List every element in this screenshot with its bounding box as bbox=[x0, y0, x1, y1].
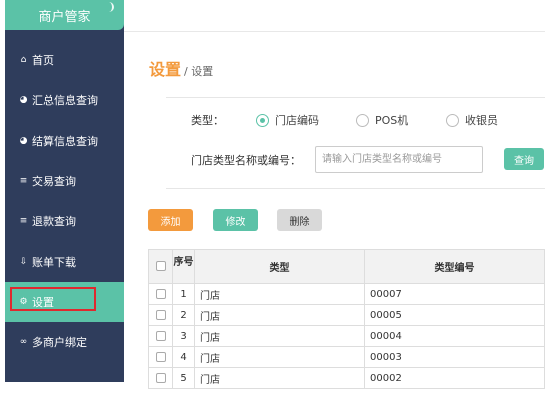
row-code: 00002 bbox=[364, 367, 545, 389]
sidebar-item-refunds[interactable]: ≡ 退款查询 bbox=[5, 201, 124, 241]
breadcrumb: 设置 / 设置 bbox=[149, 56, 213, 80]
home-icon: ⌂ bbox=[20, 55, 27, 65]
sidebar-item-label: 交易查询 bbox=[32, 175, 76, 188]
brand-deco-icon bbox=[106, 2, 114, 12]
sidebar-item-label: 首页 bbox=[32, 54, 54, 67]
row-code: 00005 bbox=[364, 304, 545, 326]
table-row[interactable]: 2 门店 00005 bbox=[148, 304, 545, 326]
main-content: 设置 / 设置 类型： 门店编码 POS机 收银员 门店类型名称或编号： 查询 … bbox=[124, 0, 545, 400]
radio-label: 收银员 bbox=[465, 114, 498, 127]
row-no: 3 bbox=[172, 325, 195, 347]
radio-unchecked-icon bbox=[446, 113, 459, 127]
row-type: 门店 bbox=[194, 346, 365, 368]
row-type: 门店 bbox=[194, 367, 365, 389]
breadcrumb-sub: / 设置 bbox=[184, 65, 214, 78]
radio-checked-icon bbox=[256, 113, 269, 127]
delete-button[interactable]: 删除 bbox=[277, 209, 322, 231]
radio-unchecked-icon bbox=[356, 113, 369, 127]
row-select-cell bbox=[148, 346, 173, 368]
sidebar: 商户管家 ⌂ 首页 ◕ 汇总信息查询 ◕ 结算信息查询 ≡ 交易查询 ≡ 退款查… bbox=[5, 0, 124, 382]
edit-button[interactable]: 修改 bbox=[213, 209, 258, 231]
row-select-cell bbox=[148, 304, 173, 326]
data-table: 序号 类型 类型编号 1 门店 00007 2 门店 00005 3 门店 00… bbox=[148, 249, 545, 389]
sidebar-item-bill-download[interactable]: ⇩ 账单下载 bbox=[5, 242, 124, 282]
pie-chart-icon: ◕ bbox=[19, 95, 28, 105]
sidebar-item-label: 结算信息查询 bbox=[32, 135, 98, 148]
table-row[interactable]: 1 门店 00007 bbox=[148, 283, 545, 305]
row-type: 门店 bbox=[194, 325, 365, 347]
row-no: 4 bbox=[172, 346, 195, 368]
list-icon: ≡ bbox=[19, 216, 28, 226]
radio-pos[interactable]: POS机 bbox=[356, 112, 408, 128]
row-no: 1 bbox=[172, 283, 195, 305]
top-bar bbox=[124, 0, 545, 32]
row-checkbox[interactable] bbox=[155, 351, 166, 362]
row-code: 00003 bbox=[364, 346, 545, 368]
add-button[interactable]: 添加 bbox=[148, 209, 193, 231]
highlight-box bbox=[10, 287, 96, 311]
brand-title: 商户管家 bbox=[38, 9, 91, 25]
sidebar-item-multi-merchant[interactable]: ∞ 多商户绑定 bbox=[5, 322, 124, 362]
row-type: 门店 bbox=[194, 283, 365, 305]
sidebar-item-transactions[interactable]: ≡ 交易查询 bbox=[5, 161, 124, 201]
sidebar-item-settlement[interactable]: ◕ 结算信息查询 bbox=[5, 121, 124, 161]
name-label: 门店类型名称或编号： bbox=[191, 154, 301, 167]
sidebar-item-label: 多商户绑定 bbox=[32, 336, 87, 349]
filter-panel: 类型： 门店编码 POS机 收银员 门店类型名称或编号： 查询 bbox=[166, 97, 545, 189]
search-input[interactable] bbox=[315, 146, 483, 173]
radio-label: POS机 bbox=[375, 114, 409, 127]
sidebar-item-home[interactable]: ⌂ 首页 bbox=[5, 40, 124, 80]
row-checkbox[interactable] bbox=[155, 330, 166, 341]
sidebar-item-summary[interactable]: ◕ 汇总信息查询 bbox=[5, 80, 124, 120]
radio-label: 门店编码 bbox=[275, 114, 319, 127]
sidebar-item-label: 退款查询 bbox=[32, 215, 76, 228]
link-icon: ∞ bbox=[19, 337, 28, 347]
table-row[interactable]: 4 门店 00003 bbox=[148, 346, 545, 368]
row-no: 2 bbox=[172, 304, 195, 326]
radio-cashier[interactable]: 收银员 bbox=[446, 112, 498, 128]
row-checkbox[interactable] bbox=[155, 288, 166, 299]
page-title: 设置 bbox=[149, 60, 182, 79]
table-row[interactable]: 5 门店 00002 bbox=[148, 367, 545, 389]
row-select-cell bbox=[148, 283, 173, 305]
row-no: 5 bbox=[172, 367, 195, 389]
select-all-cell bbox=[148, 249, 173, 284]
table-row[interactable]: 3 门店 00004 bbox=[148, 325, 545, 347]
row-checkbox[interactable] bbox=[155, 309, 166, 320]
header-no: 序号 bbox=[172, 249, 195, 284]
radio-store-code[interactable]: 门店编码 bbox=[256, 112, 319, 128]
row-code: 00004 bbox=[364, 325, 545, 347]
brand-logo: 商户管家 bbox=[5, 0, 124, 30]
sidebar-item-settings[interactable]: ⚙ 设置 bbox=[5, 282, 124, 322]
row-type: 门店 bbox=[194, 304, 365, 326]
table-header-row: 序号 类型 类型编号 bbox=[148, 249, 545, 284]
sidebar-item-label: 汇总信息查询 bbox=[32, 94, 98, 107]
query-button[interactable]: 查询 bbox=[504, 148, 544, 170]
header-code: 类型编号 bbox=[364, 249, 545, 284]
list-icon: ≡ bbox=[19, 176, 28, 186]
row-code: 00007 bbox=[364, 283, 545, 305]
sidebar-item-label: 账单下载 bbox=[32, 256, 76, 269]
row-select-cell bbox=[148, 367, 173, 389]
row-select-cell bbox=[148, 325, 173, 347]
type-label: 类型： bbox=[191, 114, 224, 127]
pie-chart-icon: ◕ bbox=[19, 136, 28, 146]
header-type: 类型 bbox=[194, 249, 365, 284]
select-all-checkbox[interactable] bbox=[155, 261, 166, 271]
row-checkbox[interactable] bbox=[155, 372, 166, 383]
download-icon: ⇩ bbox=[19, 257, 28, 267]
